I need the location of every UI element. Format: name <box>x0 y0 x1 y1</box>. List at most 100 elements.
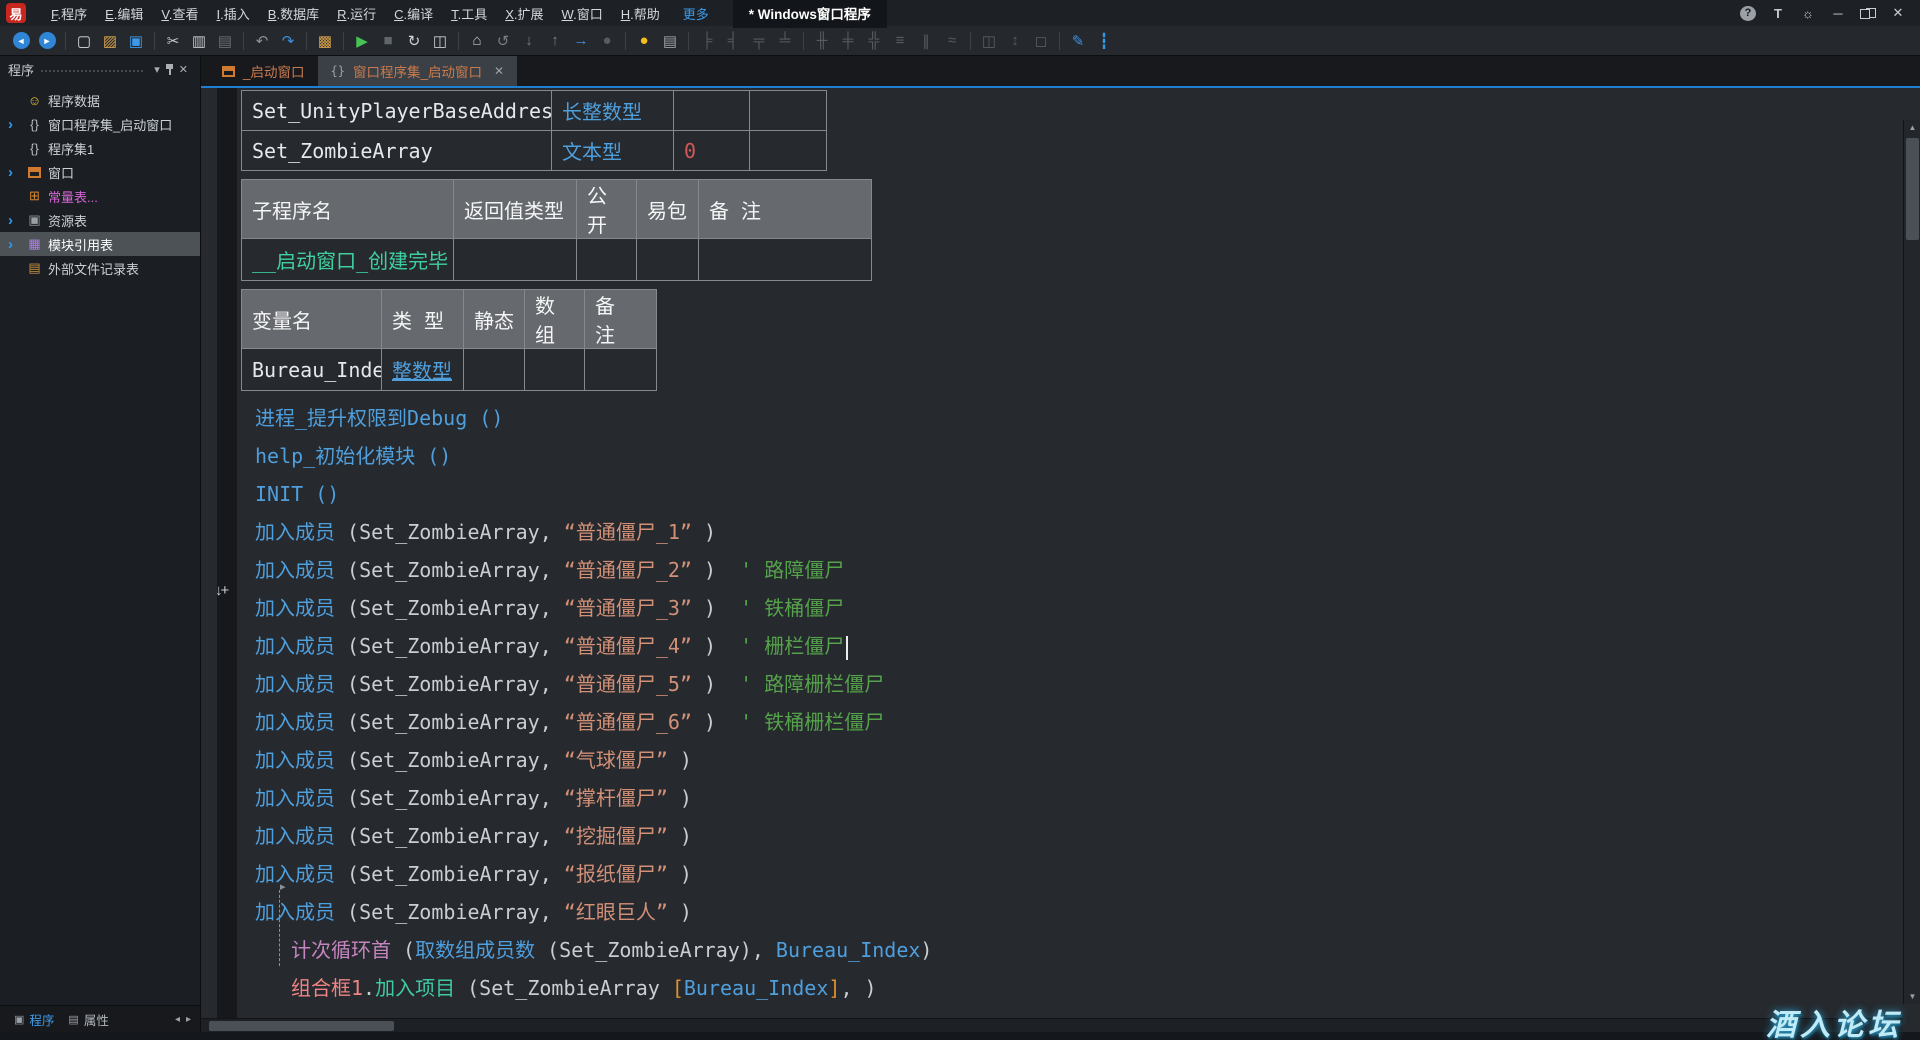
pin-icon[interactable] <box>164 63 175 76</box>
tip-bulb-button[interactable]: ● <box>631 29 657 53</box>
center-horizontal-button[interactable]: ╫ <box>809 29 835 53</box>
code-line-7[interactable]: 加入成员 (Set_ZombieArray, “普通僵尸_4” ) ' 栅栏僵尸 <box>241 627 1920 665</box>
center-vertical-button[interactable]: ╪ <box>835 29 861 53</box>
menu-W[interactable]: W.窗口 <box>553 5 612 24</box>
step-refresh-button[interactable]: ↺ <box>490 29 516 53</box>
equal-horizontal-button[interactable]: ∥ <box>913 29 939 53</box>
table-cell[interactable] <box>699 239 872 281</box>
table-cell[interactable]: Set_ZombieArray <box>242 131 552 171</box>
menu-I[interactable]: I.插入 <box>208 5 259 24</box>
code-line-16[interactable]: 组合框1.加入项目 (Set_ZombieArray [Bureau_Index… <box>241 969 1920 1007</box>
code-line-6[interactable]: 加入成员 (Set_ZombieArray, “普通僵尸_3” ) ' 铁桶僵尸 <box>241 589 1920 627</box>
step-out-button[interactable]: ↑ <box>542 29 568 53</box>
document-title-tab[interactable]: * Windows窗口程序 <box>733 0 887 28</box>
paste-button[interactable]: ▤ <box>212 29 238 53</box>
tree-item-constants[interactable]: ⊞常量表... <box>0 184 200 208</box>
tree-item-program-data[interactable]: ☺程序数据 <box>0 88 200 112</box>
vertical-scrollbar-thumb[interactable] <box>1906 138 1919 240</box>
space-horizontal-button[interactable]: ╬ <box>861 29 887 53</box>
table-cell[interactable] <box>750 91 827 131</box>
menu-F[interactable]: F.程序 <box>42 5 96 24</box>
table-cell[interactable] <box>750 131 827 171</box>
scroll-left-icon[interactable]: ◂ <box>175 1014 180 1025</box>
minimize-button[interactable]: ─ <box>1830 6 1846 21</box>
table-cell[interactable]: 整数型 <box>382 349 464 391</box>
goto-line-button[interactable]: → <box>568 29 594 53</box>
horizontal-scrollbar[interactable] <box>201 1018 1903 1032</box>
stop-button[interactable]: ■ <box>375 29 401 53</box>
same-size-button[interactable]: ◻ <box>1028 29 1054 53</box>
horizontal-scrollbar-thumb[interactable] <box>209 1021 394 1031</box>
static-compile-button[interactable]: ◫ <box>427 29 453 53</box>
chevron-right-icon[interactable]: › <box>8 237 25 252</box>
copy-button[interactable]: ▥ <box>186 29 212 53</box>
editor-tab-window-program-set[interactable]: {} 窗口程序集_启动窗口 ✕ <box>318 56 518 86</box>
menu-R[interactable]: R.运行 <box>328 5 385 24</box>
menu-C[interactable]: C.编译 <box>385 5 442 24</box>
tree-item-program-set-1[interactable]: {}程序集1 <box>0 136 200 160</box>
code-line-10[interactable]: 加入成员 (Set_ZombieArray, “气球僵尸” ) <box>241 741 1920 779</box>
code-line-2[interactable]: help_初始化模块 () <box>241 437 1920 475</box>
code-line-14[interactable]: 加入成员 (Set_ZombieArray, “红眼巨人” ) <box>241 893 1920 931</box>
table-cell[interactable]: 文本型 <box>552 131 674 171</box>
table-cell[interactable]: __启动窗口_创建完毕 <box>242 239 454 281</box>
menu-more[interactable]: 更多 <box>669 2 723 25</box>
table-cell[interactable] <box>454 239 577 281</box>
nav-back-button[interactable]: ◄ <box>8 29 34 53</box>
close-button[interactable]: ✕ <box>1890 5 1906 21</box>
tree-item-window-program-set[interactable]: ›{}窗口程序集_启动窗口 <box>0 112 200 136</box>
new-file-button[interactable]: ▢ <box>71 29 97 53</box>
help-icon[interactable]: ? <box>1740 6 1756 21</box>
equal-vertical-button[interactable]: ≈ <box>939 29 965 53</box>
chevron-down-icon[interactable]: ▾ <box>150 63 164 76</box>
panel-tab-properties[interactable]: ▤属性 <box>61 1010 115 1029</box>
code-line-13[interactable]: 加入成员 (Set_ZombieArray, “报纸僵尸” ) <box>241 855 1920 893</box>
menu-T[interactable]: T.工具 <box>442 5 496 24</box>
chevron-right-icon[interactable]: › <box>8 213 25 228</box>
code-line-8[interactable]: 加入成员 (Set_ZombieArray, “普通僵尸_5” ) ' 路障栅栏… <box>241 665 1920 703</box>
menu-B[interactable]: B.数据库 <box>259 5 328 24</box>
align-left-button[interactable]: ╞ <box>694 29 720 53</box>
tree-item-modules[interactable]: ›▦模块引用表 <box>0 232 200 256</box>
table-cell[interactable]: Set_UnityPlayerBaseAddress <box>242 91 552 131</box>
align-bottom-button[interactable]: ╧ <box>772 29 798 53</box>
nav-forward-button[interactable]: ► <box>34 29 60 53</box>
ui-tools-button[interactable]: ┇ <box>1091 29 1117 53</box>
table-cell[interactable] <box>464 349 525 391</box>
menu-X[interactable]: X.扩展 <box>496 5 552 24</box>
align-top-button[interactable]: ╤ <box>746 29 772 53</box>
restore-button[interactable] <box>1860 8 1876 19</box>
breakpoint-button[interactable]: ● <box>594 29 620 53</box>
editor-tab-start-window[interactable]: _启动窗口 <box>209 56 318 86</box>
menu-V[interactable]: V.查看 <box>152 5 207 24</box>
code-line-9[interactable]: 加入成员 (Set_ZombieArray, “普通僵尸_6” ) ' 铁桶栅栏… <box>241 703 1920 741</box>
settings-gear-icon[interactable]: ☼ <box>1800 6 1816 21</box>
tree-item-resources[interactable]: ›▣资源表 <box>0 208 200 232</box>
scroll-down-icon[interactable]: ▼ <box>1904 992 1920 1001</box>
table-cell[interactable] <box>525 349 585 391</box>
close-icon[interactable]: ✕ <box>494 64 504 78</box>
table-cell[interactable]: Bureau_Index <box>242 349 382 391</box>
table-cell[interactable] <box>577 239 637 281</box>
code-line-15[interactable]: 计次循环首 (取数组成员数 (Set_ZombieArray), Bureau_… <box>241 931 1920 969</box>
code-editor[interactable]: Set_UnityPlayerBaseAddress长整数型Set_Zombie… <box>201 88 1920 1018</box>
undo-button[interactable]: ↶ <box>249 29 275 53</box>
code-line-1[interactable]: 进程_提升权限到Debug () <box>241 399 1920 437</box>
table-cell[interactable] <box>674 91 750 131</box>
code-line-11[interactable]: 加入成员 (Set_ZombieArray, “撑杆僵尸” ) <box>241 779 1920 817</box>
space-vertical-button[interactable]: ≡ <box>887 29 913 53</box>
code-line-5[interactable]: 加入成员 (Set_ZombieArray, “普通僵尸_2” ) ' 路障僵尸 <box>241 551 1920 589</box>
memo-note-button[interactable]: ▤ <box>657 29 683 53</box>
table-cell[interactable] <box>637 239 699 281</box>
save-button[interactable]: ▣ <box>123 29 149 53</box>
snap-pen-button[interactable]: ✎ <box>1065 29 1091 53</box>
table-cell[interactable]: 长整数型 <box>552 91 674 131</box>
same-width-button[interactable]: ◫ <box>976 29 1002 53</box>
tree-item-external-files[interactable]: ▤外部文件记录表 <box>0 256 200 280</box>
tree-item-window[interactable]: ›窗口 <box>0 160 200 184</box>
chevron-right-icon[interactable]: › <box>8 165 25 180</box>
theme-shirt-icon[interactable]: T <box>1770 6 1786 21</box>
same-height-button[interactable]: ↕ <box>1002 29 1028 53</box>
restart-button[interactable]: ↻ <box>401 29 427 53</box>
code-line-4[interactable]: 加入成员 (Set_ZombieArray, “普通僵尸_1” ) <box>241 513 1920 551</box>
